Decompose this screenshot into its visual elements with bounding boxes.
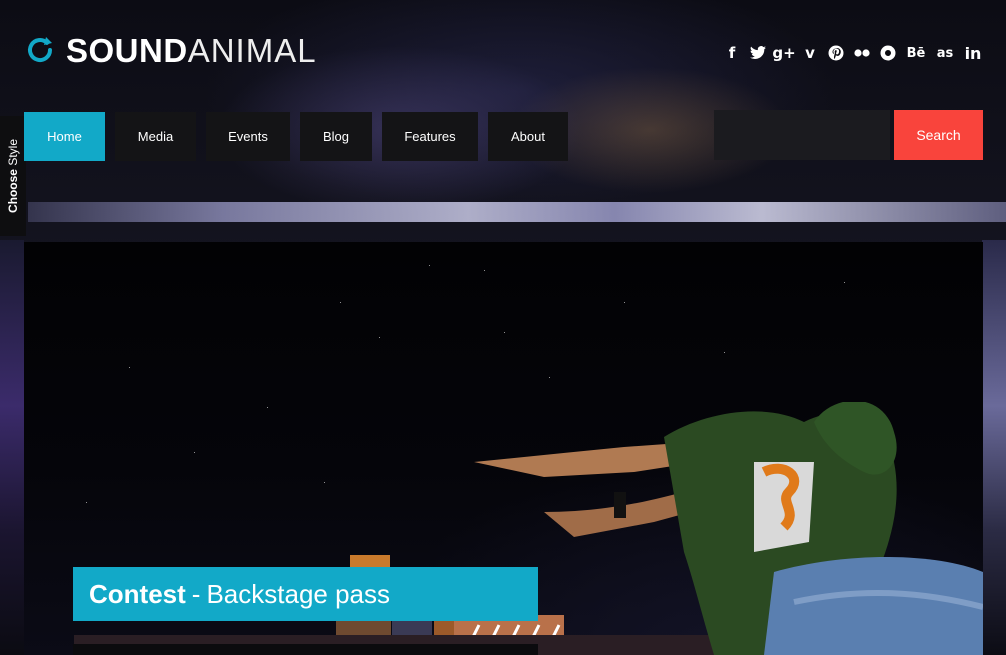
site-logo[interactable]: SOUNDANIMAL — [24, 30, 317, 70]
nav-item-home[interactable]: Home — [24, 112, 105, 161]
choose-style-bold: Choose — [6, 169, 21, 214]
hero-slider[interactable]: Contest - Backstage pass — [24, 242, 983, 655]
site-title-light: ANIMAL — [187, 31, 317, 69]
hero-caption-panel — [73, 644, 538, 655]
social-links: f g+ v Bē as in — [724, 44, 982, 63]
choose-style-tab[interactable]: Choose Style — [0, 116, 26, 236]
search-form: Search — [714, 110, 983, 160]
background-edge-right — [982, 240, 1006, 655]
nav-item-media[interactable]: Media — [115, 112, 196, 161]
site-title: SOUNDANIMAL — [66, 34, 317, 67]
twitter-icon[interactable] — [750, 44, 766, 62]
nav-item-about[interactable]: About — [488, 112, 568, 161]
background-stage-lights — [28, 202, 1006, 222]
search-input[interactable] — [714, 110, 890, 160]
flickr-icon[interactable] — [854, 44, 870, 62]
nav-item-events[interactable]: Events — [206, 112, 290, 161]
lastfm-icon[interactable]: as — [936, 44, 954, 62]
refresh-logo-icon — [28, 37, 53, 63]
hero-caption-subtitle: Backstage pass — [206, 578, 391, 609]
background-edge-left — [0, 240, 24, 655]
linkedin-icon[interactable]: in — [964, 44, 982, 63]
nav-item-blog[interactable]: Blog — [300, 112, 372, 161]
google-plus-icon[interactable]: g+ — [772, 44, 795, 62]
hero-caption-title: Contest — [89, 578, 186, 609]
hero-caption[interactable]: Contest - Backstage pass — [73, 567, 538, 621]
pinterest-icon[interactable] — [828, 44, 844, 62]
site-title-bold: SOUND — [66, 31, 188, 69]
main-nav: Home Media Events Blog Features About — [24, 112, 568, 161]
hero-caption-separator: - — [191, 578, 201, 609]
picasa-icon[interactable] — [880, 44, 896, 62]
behance-icon[interactable]: Bē — [906, 44, 926, 62]
choose-style-label: Choose Style — [6, 139, 20, 213]
facebook-icon[interactable]: f — [724, 44, 740, 62]
hero-dancer-image — [474, 402, 983, 655]
vimeo-icon[interactable]: v — [802, 44, 818, 62]
nav-item-features[interactable]: Features — [382, 112, 478, 161]
search-button[interactable]: Search — [894, 110, 983, 160]
choose-style-light: Style — [6, 138, 21, 166]
